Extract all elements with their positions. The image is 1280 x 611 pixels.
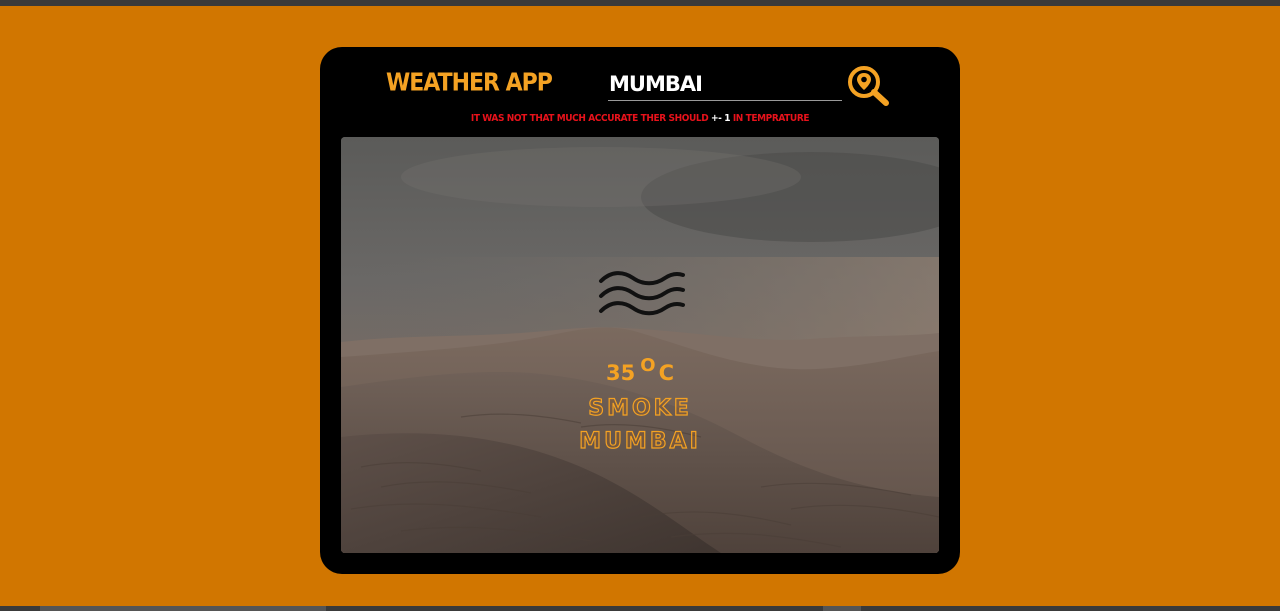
browser-bottom-bar bbox=[0, 606, 1280, 611]
browser-top-bar bbox=[0, 0, 1280, 6]
desert-background-image bbox=[341, 137, 939, 553]
temperature-unit: C bbox=[658, 361, 674, 385]
weather-condition: SMOKE bbox=[588, 395, 692, 421]
accuracy-note: IT WAS NOT THAT MUCH ACCURATE THER SHOUL… bbox=[320, 113, 960, 124]
note-text-end: IN TEMPRATURE bbox=[730, 113, 810, 124]
degree-symbol: O bbox=[640, 355, 656, 376]
app-title: WEATHER APP bbox=[386, 69, 553, 97]
weather-display: 35 O C SMOKE MUMBAI bbox=[341, 137, 939, 553]
note-text-start: IT WAS NOT THAT MUCH ACCURATE THER SHOUL… bbox=[470, 113, 712, 124]
city-search-input[interactable] bbox=[608, 67, 842, 101]
note-highlight: +- 1 bbox=[711, 113, 731, 124]
temperature-value: 35 bbox=[606, 361, 636, 385]
search-button[interactable] bbox=[847, 65, 891, 107]
fog-waves-icon bbox=[599, 271, 685, 316]
search-location-icon bbox=[848, 66, 889, 106]
temperature: 35 O C bbox=[341, 355, 939, 385]
weather-card: WEATHER APP IT WAS NOT THAT MUCH ACCURAT… bbox=[320, 47, 960, 574]
city-name: MUMBAI bbox=[579, 428, 701, 454]
